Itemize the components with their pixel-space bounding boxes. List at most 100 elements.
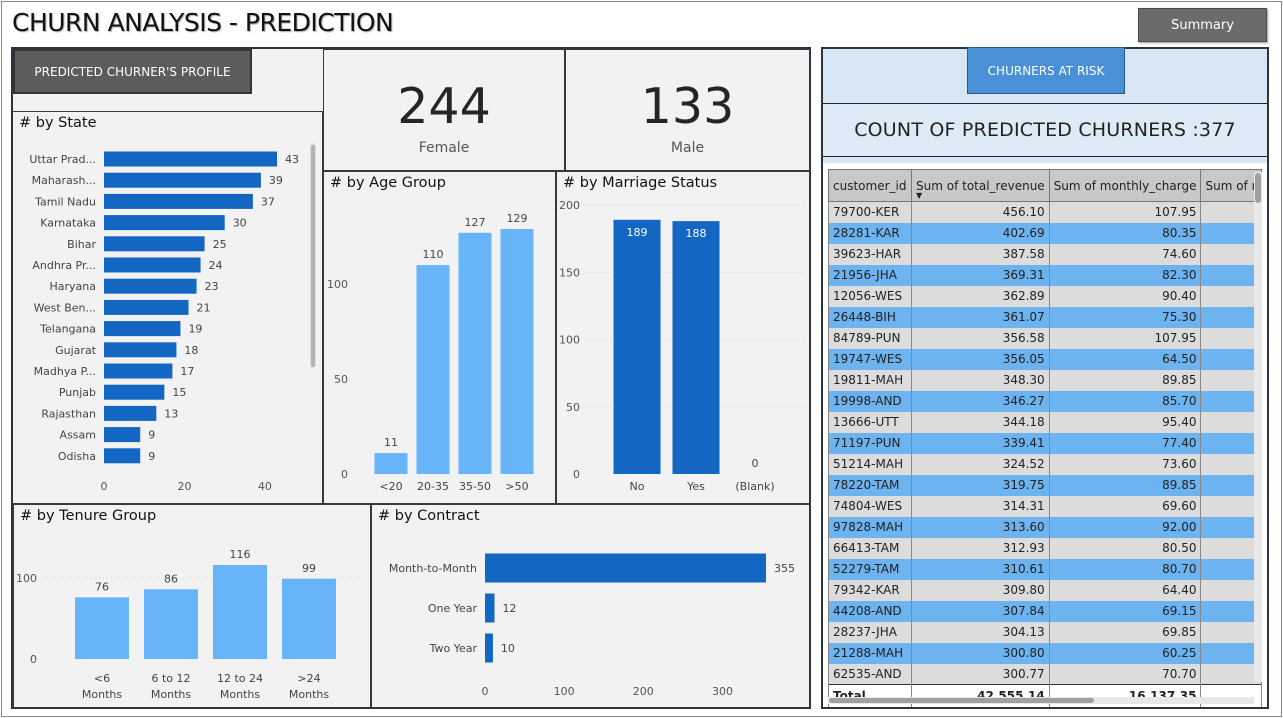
cell-truncated [1200, 327, 1262, 349]
table-row[interactable]: 19998-AND 346.27 85.70 [828, 390, 1262, 412]
cell-monthly-charge: 80.50 [1048, 537, 1202, 559]
cell-total-revenue: 300.80 [911, 642, 1050, 664]
table-row[interactable]: 28237-JHA 304.13 69.85 [828, 621, 1262, 643]
bar [416, 265, 450, 474]
column-header-total-revenue[interactable]: Sum of total_revenue ▼ [911, 169, 1050, 202]
cell-customer-id: 79342-KAR [828, 579, 912, 601]
table-row[interactable]: 74804-WES 314.31 69.60 [828, 495, 1262, 517]
column-header-monthly-charge[interactable]: Sum of monthly_charge [1048, 169, 1202, 202]
table-vertical-scrollbar[interactable] [1254, 172, 1262, 682]
cell-customer-id: 19811-MAH [828, 369, 912, 391]
category-label: Gujarat [55, 344, 97, 357]
table-row[interactable]: 79342-KAR 309.80 64.40 [828, 579, 1262, 601]
table-row[interactable]: 39623-HAR 387.58 74.60 [828, 243, 1262, 265]
bar [613, 219, 661, 474]
table-row[interactable]: 71197-PUN 339.41 77.40 [828, 432, 1262, 454]
bar [104, 151, 277, 167]
cell-customer-id: 79700-KER [828, 201, 912, 223]
bar [104, 363, 173, 379]
cell-customer-id: 39623-HAR [828, 243, 912, 265]
bar [104, 427, 141, 443]
tick-label: 20 [177, 480, 191, 493]
cell-monthly-charge: 80.35 [1048, 222, 1202, 244]
data-label: 116 [230, 548, 251, 561]
table-row[interactable]: 79700-KER 456.10 107.95 [828, 201, 1262, 223]
tick-label: 0 [573, 468, 580, 481]
cell-truncated [1200, 474, 1262, 496]
cell-truncated [1200, 390, 1262, 412]
tick-label: 300 [712, 685, 733, 698]
category-label: (Blank) [735, 480, 774, 493]
cell-total-revenue: 356.58 [911, 327, 1050, 349]
bar [104, 448, 141, 464]
table-vertical-scroll-thumb[interactable] [1255, 173, 1261, 203]
cell-total-revenue: 339.41 [911, 432, 1050, 454]
category-label: Punjab [59, 386, 96, 399]
tick-label: 0 [341, 468, 348, 481]
cell-truncated [1200, 264, 1262, 286]
bar [104, 342, 177, 358]
table-row[interactable]: 19811-MAH 348.30 89.85 [828, 369, 1262, 391]
category-label: 20-35 [417, 480, 449, 493]
table-row[interactable]: 44208-AND 307.84 69.15 [828, 600, 1262, 622]
category-label: Haryana [50, 280, 97, 293]
category-label: No [630, 480, 645, 493]
column-header-customer-id[interactable]: customer_id [828, 169, 912, 202]
table-row[interactable]: 26448-BIH 361.07 75.30 [828, 306, 1262, 328]
table-row[interactable]: 78220-TAM 319.75 89.85 [828, 474, 1262, 496]
cell-monthly-charge: 107.95 [1048, 201, 1202, 223]
table-row[interactable]: 21288-MAH 300.80 60.25 [828, 642, 1262, 664]
summary-button[interactable]: Summary [1138, 8, 1267, 42]
category-label: Uttar Prad... [29, 153, 96, 166]
table-row[interactable]: 28281-KAR 402.69 80.35 [828, 222, 1262, 244]
cell-truncated [1200, 558, 1262, 580]
data-label: 17 [180, 365, 194, 378]
data-label: 37 [261, 195, 275, 208]
table-row[interactable]: 13666-UTT 344.18 95.40 [828, 411, 1262, 433]
table-row[interactable]: 19747-WES 356.05 64.50 [828, 348, 1262, 370]
cell-monthly-charge: 95.40 [1048, 411, 1202, 433]
data-label: 19 [188, 323, 202, 336]
cell-total-revenue: 324.52 [911, 453, 1050, 475]
state-chart-scroll-thumb[interactable] [311, 145, 315, 367]
category-label: 12 to 24 Months [217, 672, 263, 701]
table-row[interactable]: 12056-WES 362.89 90.40 [828, 285, 1262, 307]
table-row[interactable]: 52279-TAM 310.61 80.70 [828, 558, 1262, 580]
cell-total-revenue: 402.69 [911, 222, 1050, 244]
table-row[interactable]: 62535-AND 300.77 70.70 [828, 663, 1262, 685]
table-row[interactable]: 97828-MAH 313.60 92.00 [828, 516, 1262, 538]
cell-monthly-charge: 80.70 [1048, 558, 1202, 580]
category-label: Assam [60, 429, 96, 442]
category-label: Andhra Pr... [32, 259, 96, 272]
cell-truncated [1200, 516, 1262, 538]
cell-customer-id: 84789-PUN [828, 327, 912, 349]
data-label: 39 [269, 174, 283, 187]
female-label: Female [418, 140, 470, 156]
tick-label: 200 [633, 685, 654, 698]
category-label: Odisha [58, 450, 96, 463]
cell-customer-id: 51214-MAH [828, 453, 912, 475]
cell-truncated [1200, 579, 1262, 601]
column-header-truncated[interactable]: Sum of r [1200, 169, 1262, 202]
sort-descending-icon[interactable]: ▼ [916, 191, 922, 200]
cell-truncated [1200, 411, 1262, 433]
bar [75, 597, 129, 659]
female-count: 244 [397, 78, 491, 135]
cell-monthly-charge: 64.50 [1048, 348, 1202, 370]
cell-customer-id: 21956-JHA [828, 264, 912, 286]
table-row[interactable]: 21956-JHA 369.31 82.30 [828, 264, 1262, 286]
category-label: Karnataka [40, 217, 96, 230]
cell-monthly-charge: 92.00 [1048, 516, 1202, 538]
data-label: 76 [95, 580, 109, 593]
cell-customer-id: 44208-AND [828, 600, 912, 622]
cell-customer-id: 13666-UTT [828, 411, 912, 433]
table-row[interactable]: 84789-PUN 356.58 107.95 [828, 327, 1262, 349]
table-row[interactable]: 66413-TAM 312.93 80.50 [828, 537, 1262, 559]
table-row[interactable]: 51214-MAH 324.52 73.60 [828, 453, 1262, 475]
churners-at-risk-tab[interactable]: CHURNERS AT RISK [967, 47, 1125, 94]
tick-label: 100 [16, 572, 37, 585]
tick-label: 100 [554, 685, 575, 698]
profile-tab[interactable]: PREDICTED CHURNER'S PROFILE [13, 49, 252, 94]
cell-total-revenue: 387.58 [911, 243, 1050, 265]
table-horizontal-scroll-thumb[interactable] [829, 698, 1094, 703]
